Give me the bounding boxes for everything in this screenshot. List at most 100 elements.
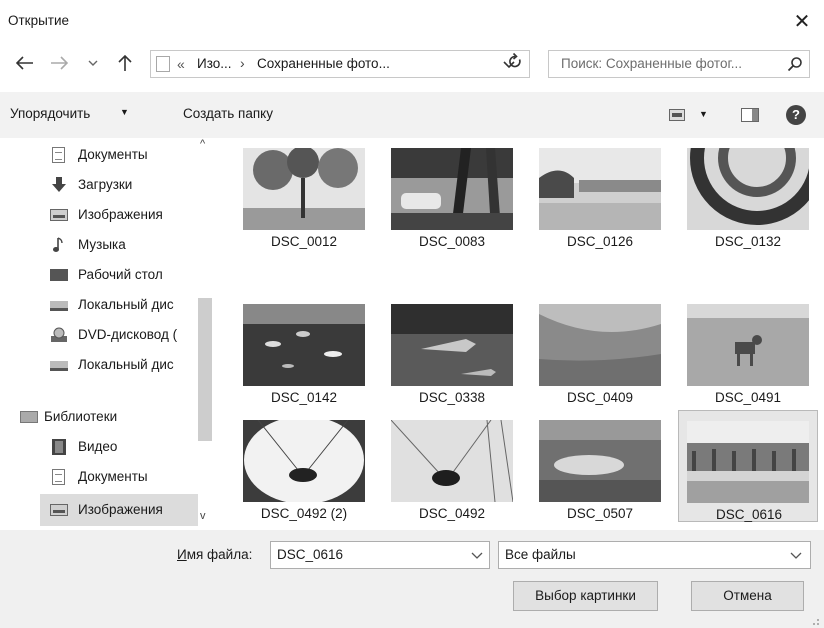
pictures-icon <box>50 209 68 221</box>
filename-dropdown-icon[interactable] <box>471 548 483 565</box>
folder-icon <box>156 56 170 72</box>
nav-item-label: Документы <box>78 147 148 162</box>
nav-item-desktop[interactable]: Рабочий стол <box>0 260 198 290</box>
file-name: DSC_0409 <box>566 390 634 405</box>
cancel-button[interactable]: Отмена <box>691 581 804 611</box>
navigation-scrollbar[interactable]: ^ v <box>198 138 212 530</box>
desktop-icon <box>50 269 68 281</box>
nav-item-label: Изображения <box>78 502 163 517</box>
file-name: DSC_0142 <box>270 390 338 405</box>
scrollbar-thumb[interactable] <box>198 298 212 441</box>
scroll-up-icon[interactable]: ^ <box>200 138 205 150</box>
help-icon[interactable]: ? <box>786 105 806 125</box>
file-tile[interactable]: DSC_0491 <box>684 298 824 410</box>
filename-value[interactable]: DSC_0616 <box>277 547 343 562</box>
scroll-down-icon[interactable]: v <box>200 510 206 522</box>
search-placeholder: Поиск: Сохраненные фотог... <box>561 56 743 71</box>
photo-thumbnail <box>687 421 809 503</box>
search-box[interactable]: Поиск: Сохраненные фотог... <box>548 50 810 78</box>
title-bar: Открытие ✕ <box>0 0 824 44</box>
filename-combobox[interactable]: DSC_0616 <box>270 541 490 569</box>
address-overflow-icon[interactable]: « <box>177 56 185 72</box>
file-tile[interactable]: DSC_0126 <box>536 142 676 254</box>
close-icon[interactable]: ✕ <box>788 8 816 36</box>
file-type-select[interactable]: Все файлы <box>498 541 811 569</box>
file-tile-selected[interactable]: DSC_0616 <box>678 410 818 522</box>
nav-item-label: Библиотеки <box>44 409 118 424</box>
file-type-value: Все файлы <box>505 547 576 562</box>
download-icon <box>50 177 68 193</box>
nav-item-libraries[interactable]: Библиотеки <box>0 402 198 432</box>
breadcrumb-images[interactable]: Изо... <box>197 56 232 71</box>
file-name: DSC_0012 <box>270 234 338 249</box>
nav-item-label: Локальный дис <box>78 357 174 372</box>
open-button[interactable]: Выбор картинки <box>513 581 658 611</box>
nav-item-video[interactable]: Видео <box>0 432 198 462</box>
photo-thumbnail <box>539 420 661 502</box>
refresh-icon[interactable] <box>507 51 523 77</box>
preview-pane-icon[interactable] <box>741 108 759 122</box>
recent-locations-chevron-icon[interactable] <box>86 52 100 74</box>
music-icon <box>50 237 68 253</box>
nav-item-label: Рабочий стол <box>78 267 163 282</box>
nav-item-label: Изображения <box>78 207 163 222</box>
view-options-dropdown-icon[interactable]: ▼ <box>699 109 708 119</box>
nav-item-label: Музыка <box>78 237 126 252</box>
back-arrow-icon[interactable] <box>14 52 36 74</box>
nav-item-pictures[interactable]: Изображения <box>0 200 198 230</box>
photo-thumbnail <box>243 420 365 502</box>
file-tile[interactable]: DSC_0132 <box>684 142 824 254</box>
dvd-drive-icon <box>50 327 68 343</box>
file-tile[interactable]: DSC_0012 <box>240 142 380 254</box>
file-type-dropdown-icon[interactable] <box>790 548 802 565</box>
nav-item-label: Документы <box>78 469 148 484</box>
organize-menu-button[interactable]: Упорядочить <box>10 106 90 121</box>
navigation-bar: « Изо... › Сохраненные фото... Поиск: Со… <box>0 44 824 84</box>
organize-dropdown-caret-icon[interactable]: ▼ <box>120 107 129 117</box>
document-icon <box>52 469 65 485</box>
file-tile[interactable]: DSC_0492 <box>388 414 528 526</box>
breadcrumb-separator[interactable]: › <box>240 55 245 71</box>
search-icon[interactable] <box>787 56 803 75</box>
local-disk-icon <box>50 361 68 371</box>
file-name: DSC_0507 <box>566 506 634 521</box>
filename-label: Имя файла: <box>177 547 252 562</box>
address-bar[interactable]: « Изо... › Сохраненные фото... <box>150 50 530 78</box>
access-key: И <box>177 547 187 562</box>
change-view-icon[interactable] <box>669 109 685 121</box>
nav-item-label: Загрузки <box>78 177 133 192</box>
file-tile[interactable]: DSC_0338 <box>388 298 528 410</box>
file-tile[interactable]: DSC_0507 <box>536 414 676 526</box>
photo-thumbnail <box>539 148 661 230</box>
nav-item-library-pictures[interactable]: Изображения <box>40 494 198 526</box>
filename-label-text: мя файла: <box>186 547 253 562</box>
nav-item-local-disk-2[interactable]: Локальный дис <box>0 350 198 380</box>
nav-item-library-documents[interactable]: Документы <box>0 462 198 492</box>
breadcrumb-saved-photos[interactable]: Сохраненные фото... <box>257 56 390 71</box>
file-tile[interactable]: DSC_0409 <box>536 298 676 410</box>
nav-item-music[interactable]: Музыка <box>0 230 198 260</box>
file-tile[interactable]: DSC_0083 <box>388 142 528 254</box>
navigation-pane: Документы Загрузки Изображения Музыка Ра… <box>0 138 212 530</box>
file-tile[interactable]: DSC_0492 (2) <box>240 414 380 526</box>
file-name: DSC_0491 <box>714 390 782 405</box>
file-name: DSC_0126 <box>566 234 634 249</box>
file-name: DSC_0616 <box>715 507 783 522</box>
file-name: DSC_0492 (2) <box>260 506 348 521</box>
resize-grip-icon[interactable] <box>810 614 820 625</box>
photo-thumbnail <box>391 304 513 386</box>
forward-arrow-icon[interactable] <box>48 52 70 74</box>
file-tile[interactable]: DSC_0142 <box>240 298 380 410</box>
file-grid: DSC_0012 DSC_0083 DSC_0126 DSC_0132 DSC_… <box>220 138 824 530</box>
nav-item-dvd-drive[interactable]: DVD-дисковод ( <box>0 320 198 350</box>
nav-item-documents[interactable]: Документы <box>0 140 198 170</box>
nav-item-label: Локальный дис <box>78 297 174 312</box>
photo-thumbnail <box>391 420 513 502</box>
file-name: DSC_0132 <box>714 234 782 249</box>
document-icon <box>52 147 65 163</box>
nav-item-downloads[interactable]: Загрузки <box>0 170 198 200</box>
photo-thumbnail <box>243 304 365 386</box>
new-folder-button[interactable]: Создать папку <box>183 106 273 121</box>
nav-item-local-disk-1[interactable]: Локальный дис <box>0 290 198 320</box>
up-arrow-icon[interactable] <box>114 52 136 74</box>
